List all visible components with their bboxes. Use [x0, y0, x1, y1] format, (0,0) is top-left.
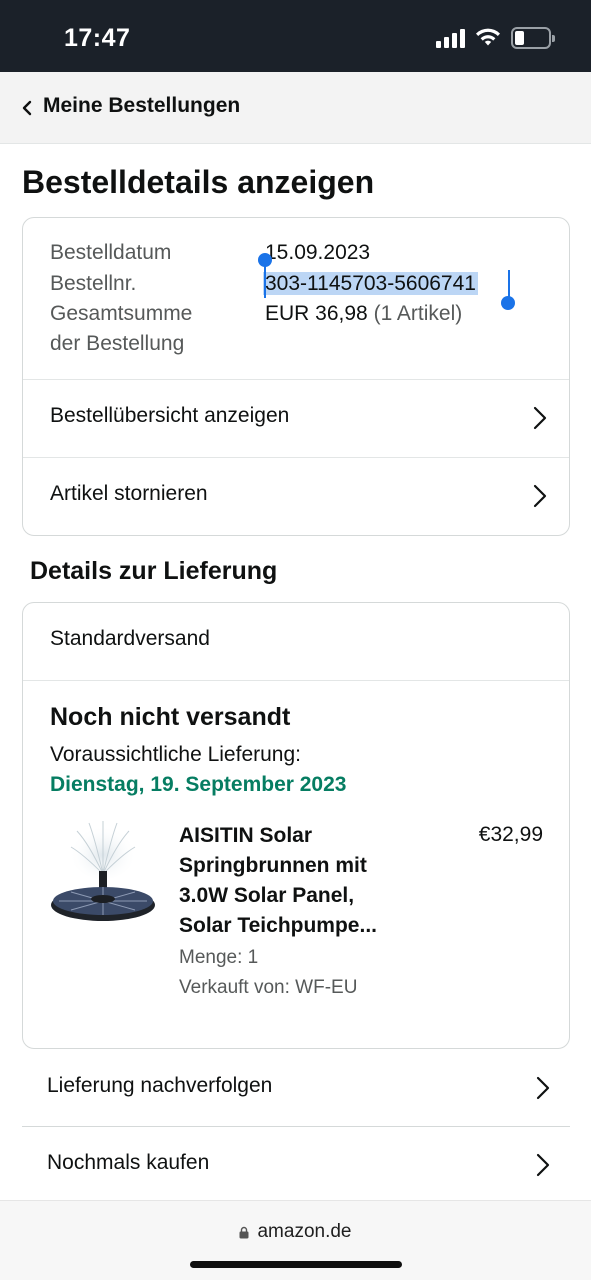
wifi-icon — [476, 28, 500, 46]
shipment-status: Noch nicht versandt — [50, 703, 291, 731]
eta-date: Dienstag, 19. September 2023 — [50, 773, 347, 796]
delivery-section-title: Details zur Lieferung — [30, 557, 278, 585]
status-icons — [436, 26, 555, 50]
row-label: Bestellübersicht anzeigen — [50, 404, 290, 427]
row-label: Artikel stornieren — [50, 482, 208, 505]
status-bar: 17:47 — [0, 0, 591, 72]
chevron-right-icon — [536, 1153, 550, 1177]
order-number-label: Bestellnr. — [50, 272, 137, 295]
order-total-label: Gesamtsumme der Bestellung — [50, 302, 193, 355]
url-display[interactable]: amazon.de — [0, 1221, 591, 1243]
eta-label: Voraussichtliche Lieferung: — [50, 743, 301, 766]
row-label: Nochmals kaufen — [47, 1151, 210, 1174]
lock-icon — [239, 1226, 249, 1239]
product-title-link[interactable]: AISITIN Solar Springbrunnen mit 3.0W Sol… — [179, 821, 409, 941]
order-date-value: 15.09.2023 — [265, 241, 371, 264]
order-total-value: EUR 36,98 (1 Artikel) — [265, 302, 463, 325]
page-title: Bestelldetails anzeigen — [22, 164, 375, 200]
shipping-method-label: Standardversand — [50, 627, 210, 650]
back-chevron-icon[interactable] — [20, 100, 34, 116]
cellular-signal-icon — [436, 28, 465, 48]
row-track-delivery[interactable]: Lieferung nachverfolgen — [22, 1050, 570, 1127]
product-seller: Verkauft von: WF-EU — [179, 977, 358, 998]
order-number-value[interactable]: 303-1145703-5606741 — [263, 269, 478, 299]
order-info: Bestelldatum 15.09.2023 Bestellnr. 303-1… — [23, 218, 569, 380]
row-cancel-items[interactable]: Artikel stornieren — [23, 458, 569, 536]
selection-start-handle[interactable] — [258, 253, 272, 267]
chevron-right-icon — [536, 1076, 550, 1100]
order-date-label: Bestelldatum — [50, 241, 172, 264]
delivery-card: Standardversand Noch nicht versandt Vora… — [22, 602, 570, 1049]
row-label: Lieferung nachverfolgen — [47, 1074, 273, 1097]
battery-icon — [511, 27, 555, 49]
shipping-method: Standardversand — [23, 603, 569, 681]
chevron-right-icon — [533, 484, 547, 508]
row-buy-again[interactable]: Nochmals kaufen — [22, 1127, 570, 1204]
nav-header: Meine Bestellungen — [0, 72, 591, 144]
selection-end-handle[interactable] — [501, 296, 515, 310]
home-indicator[interactable] — [190, 1261, 402, 1268]
product-price: €32,99 — [478, 823, 543, 846]
selected-order-number[interactable]: 303-1145703-5606741 — [263, 272, 478, 295]
browser-url-bar[interactable]: amazon.de — [0, 1200, 591, 1280]
back-link-my-orders[interactable]: Meine Bestellungen — [43, 94, 240, 118]
row-order-overview[interactable]: Bestellübersicht anzeigen — [23, 380, 569, 458]
url-domain: amazon.de — [257, 1221, 352, 1242]
chevron-right-icon — [533, 406, 547, 430]
order-summary-card: Bestelldatum 15.09.2023 Bestellnr. 303-1… — [22, 217, 570, 536]
product-quantity: Menge: 1 — [179, 947, 259, 968]
solar-fountain-image[interactable] — [49, 819, 157, 929]
status-time: 17:47 — [64, 24, 131, 52]
